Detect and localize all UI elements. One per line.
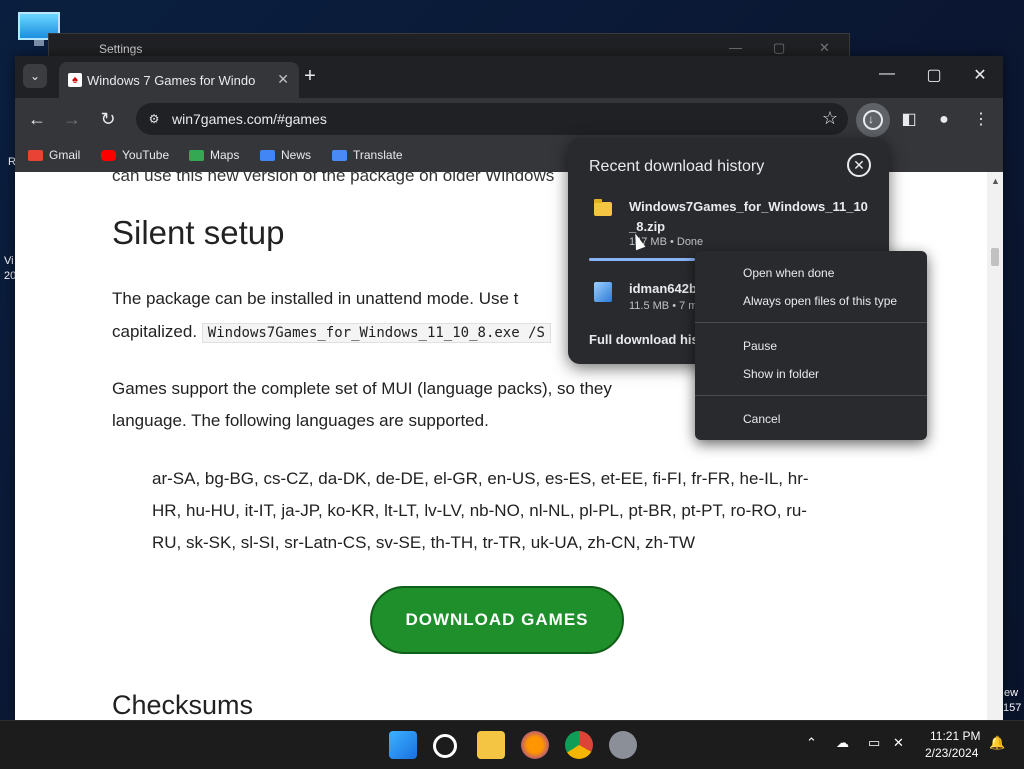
bookmark-news[interactable]: News [260, 148, 311, 162]
profile-avatar-icon[interactable]: ● [930, 106, 958, 134]
bookmark-translate[interactable]: Translate [332, 148, 403, 162]
url-text[interactable]: win7games.com/#games [172, 111, 327, 127]
desktop-edge-text: Vi [4, 255, 14, 267]
tab-close-icon[interactable]: ✕ [277, 71, 289, 88]
side-panel-icon[interactable]: ◧ [895, 106, 923, 134]
maximize-icon: ▢ [773, 40, 786, 55]
bookmark-star-icon[interactable]: ☆ [822, 108, 838, 129]
settings-gear-icon[interactable] [609, 731, 637, 759]
new-tab-button[interactable]: + [298, 64, 322, 88]
settings-window-title: Settings [99, 42, 143, 56]
reload-button[interactable]: ↻ [96, 107, 120, 131]
back-button[interactable]: ← [25, 107, 49, 131]
site-info-icon[interactable]: ⚙ [146, 111, 162, 127]
paragraph-line: Games support the complete set of MUI (l… [112, 379, 612, 398]
menu-item-show-in-folder[interactable]: Show in folder [743, 367, 819, 381]
tray-overflow-icon[interactable]: ⌃ [806, 735, 817, 751]
menu-separator [695, 322, 927, 323]
news-icon [260, 149, 275, 161]
download-filename: Windows7Games_for_Windows_11_10_8.zip [629, 199, 868, 234]
download-status: 11.5 MB • 7 m [629, 300, 698, 312]
paragraph-line: capitalized. Windows7Games_for_Windows_1… [112, 316, 551, 349]
desktop-edge-text: 157 [1003, 702, 1022, 714]
translate-icon [332, 149, 347, 161]
page-scrollbar[interactable]: ▲ [987, 172, 1003, 720]
window-maximize-button[interactable]: ▢ [922, 65, 946, 85]
chevron-down-icon: ⌄ [29, 69, 41, 83]
language-list-line: ar-SA, bg-BG, cs-CZ, da-DK, de-DE, el-GR… [152, 469, 809, 488]
chrome-icon[interactable] [565, 731, 593, 759]
paragraph-line: language. The following languages are su… [112, 411, 489, 430]
youtube-icon [101, 149, 116, 161]
bookmark-maps[interactable]: Maps [189, 148, 239, 162]
onedrive-icon[interactable]: ☁ [836, 735, 849, 751]
maps-icon [189, 149, 204, 161]
active-tab[interactable]: ♠ Windows 7 Games for Windows ✕ [59, 62, 299, 98]
close-icon: ✕ [819, 40, 830, 55]
language-list-line: HR, hu-HU, it-IT, ja-JP, ko-KR, lt-LT, l… [152, 501, 807, 520]
tab-title: Windows 7 Games for Windows [87, 73, 255, 88]
search-icon[interactable] [433, 734, 457, 758]
forward-button[interactable]: → [60, 107, 84, 131]
gmail-icon [28, 149, 43, 161]
menu-item-open-when-done[interactable]: Open when done [743, 266, 834, 280]
desktop-edge-text: ew [1004, 687, 1019, 699]
scroll-up-icon[interactable]: ▲ [991, 176, 1000, 186]
file-explorer-icon[interactable] [477, 731, 505, 759]
download-item[interactable]: Windows7Games_for_Windows_11_10_8.zip 14… [568, 194, 889, 258]
clock-date[interactable]: 2/23/2024 [925, 746, 978, 760]
section-heading: Silent setup [112, 214, 285, 251]
full-download-history-link[interactable]: Full download hist [589, 332, 703, 347]
menu-item-pause[interactable]: Pause [743, 339, 777, 353]
title-bar: ⌄ ♠ Windows 7 Games for Windows ✕ + — ▢ … [15, 56, 1003, 98]
bookmark-youtube[interactable]: YouTube [101, 148, 169, 162]
toolbar: ← → ↻ ⚙ win7games.com/#games ☆ ↓ ◧ ● ⋮ [15, 98, 1003, 140]
download-panel-title: Recent download history [589, 158, 765, 175]
menu-item-cancel[interactable]: Cancel [743, 412, 780, 426]
download-games-button[interactable]: DOWNLOAD GAMES [370, 586, 624, 654]
close-panel-icon[interactable]: ✕ [847, 153, 871, 177]
checksums-heading: Checksums [112, 690, 254, 720]
cut-off-text: can use this new version of the package … [112, 172, 555, 185]
downloads-button[interactable]: ↓ [856, 103, 890, 137]
language-list-line: RU, sk-SK, sl-SI, sr-Latn-CS, sv-SE, th-… [152, 533, 696, 552]
download-context-menu: Open when done Always open files of this… [695, 251, 927, 440]
volume-muted-icon[interactable]: ✕ [893, 735, 904, 751]
menu-item-always-open[interactable]: Always open files of this type [743, 294, 897, 308]
download-progress-bar [589, 258, 695, 261]
taskbar: ⌃ ☁ ▭ ✕ 11:21 PM 2/23/2024 🔔 [0, 720, 1024, 769]
scrollbar-thumb[interactable] [991, 248, 999, 266]
tab-search-button[interactable]: ⌄ [23, 64, 47, 88]
notifications-bell-icon[interactable]: 🔔 [989, 735, 1005, 751]
menu-separator [695, 395, 927, 396]
address-bar[interactable]: ⚙ win7games.com/#games ☆ [136, 103, 848, 135]
site-favicon-icon: ♠ [68, 73, 82, 87]
window-minimize-button[interactable]: — [875, 65, 899, 83]
folder-icon [594, 199, 612, 216]
network-icon[interactable]: ▭ [868, 735, 880, 751]
start-icon[interactable] [389, 731, 417, 759]
installer-icon [594, 282, 612, 302]
minimize-icon: — [729, 40, 742, 55]
window-close-button[interactable]: ✕ [968, 65, 992, 85]
clock-time[interactable]: 11:21 PM [930, 729, 980, 743]
bookmark-gmail[interactable]: Gmail [28, 148, 80, 162]
paragraph-line: The package can be installed in unattend… [112, 289, 519, 308]
firefox-icon[interactable] [521, 731, 549, 759]
command-code: Windows7Games_for_Windows_11_10_8.exe /S [201, 323, 551, 343]
menu-dots-icon[interactable]: ⋮ [967, 106, 995, 134]
